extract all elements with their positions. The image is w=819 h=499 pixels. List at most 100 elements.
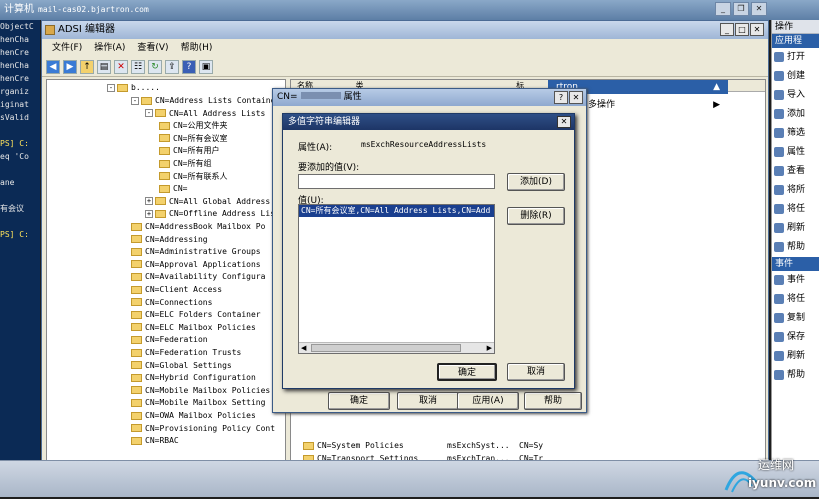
tree-node[interactable]: CN=Federation Trusts <box>131 347 241 359</box>
tree-node[interactable]: CN=AddressBook Mailbox Po <box>131 221 265 233</box>
delete-icon[interactable]: ✕ <box>114 59 128 74</box>
properties-view-icon[interactable]: ▤ <box>97 59 111 74</box>
actions-section-events[interactable]: 事件 <box>772 257 819 271</box>
action-item[interactable]: 查看 <box>772 162 819 181</box>
folder-icon <box>159 134 170 143</box>
tree-node[interactable]: + CN=All Global Address <box>145 196 270 208</box>
mve-ok-button[interactable]: 确定 <box>437 363 497 381</box>
properties-help-text-button[interactable]: 帮助 <box>524 392 582 410</box>
action-item[interactable]: 筛选 <box>772 124 819 143</box>
scroll-thumb[interactable] <box>311 344 461 352</box>
menu-item[interactable]: 文件(F) <box>52 40 82 56</box>
action-item[interactable]: 将所 <box>772 181 819 200</box>
tree-node[interactable]: CN=Addressing <box>131 234 208 246</box>
action-item[interactable]: 事件 <box>772 271 819 290</box>
add-value-input[interactable] <box>298 174 495 189</box>
table-row-name[interactable]: CN=System Policies <box>317 440 404 452</box>
forward-icon[interactable]: ▶ <box>63 59 77 74</box>
adsi-close-button[interactable]: ✕ <box>750 23 764 36</box>
menu-item[interactable]: 帮助(H) <box>181 40 213 56</box>
action-item[interactable]: 复制 <box>772 309 819 328</box>
tree-node[interactable]: CN=ELC Mailbox Policies <box>131 322 256 334</box>
collapse-icon[interactable]: - <box>145 109 153 118</box>
scroll-left-icon[interactable]: ◀ <box>301 344 306 352</box>
tree-node[interactable]: CN=Provisioning Policy Cont <box>131 423 275 435</box>
help-icon[interactable]: ? <box>182 59 196 74</box>
action-item[interactable]: 帮助 <box>772 238 819 257</box>
tree-node[interactable]: CN=所有用户 <box>159 145 219 157</box>
add-button[interactable]: 添加(D) <box>507 173 565 191</box>
back-icon[interactable]: ◀ <box>46 59 60 74</box>
adsi-maximize-button[interactable]: □ <box>735 23 749 36</box>
collapse-icon[interactable]: - <box>131 96 139 105</box>
export-icon[interactable]: ⇪ <box>165 59 179 74</box>
tree-node[interactable]: CN=Global Settings <box>131 360 232 372</box>
tree-node[interactable]: CN= <box>159 183 187 195</box>
tree-node[interactable]: CN=Federation <box>131 334 208 346</box>
remote-restore-button[interactable]: ❐ <box>733 2 749 16</box>
properties-apply-button[interactable]: 应用(A) <box>457 392 519 410</box>
action-item[interactable]: 刷新 <box>772 347 819 366</box>
tree-node[interactable]: CN=ELC Folders Container <box>131 309 261 321</box>
remote-close-button[interactable]: ✕ <box>751 2 767 16</box>
collapse-icon[interactable]: ▲ <box>713 80 720 94</box>
tree-node[interactable]: CN=Client Access <box>131 284 222 296</box>
tree-node[interactable]: CN=Administrative Groups <box>131 246 261 258</box>
folder-icon <box>131 436 142 445</box>
tree-node[interactable]: CN=Connections <box>131 297 212 309</box>
properties-help-button[interactable]: ? <box>554 91 568 104</box>
tree-node[interactable]: CN=RBAC <box>131 435 179 447</box>
tree-node[interactable]: CN=所有会议室 <box>159 133 227 145</box>
tree-node[interactable]: CN=Mobile Mailbox Setting <box>131 397 265 409</box>
scroll-right-icon[interactable]: ▶ <box>487 344 492 352</box>
remote-minimize-button[interactable]: _ <box>715 2 731 16</box>
values-list[interactable]: CN=所有会议室,CN=All Address Lists,CN=Add ◀ ▶ <box>298 204 495 354</box>
tree-node[interactable]: + CN=Offline Address Lis <box>145 208 275 220</box>
action-item[interactable]: 导入 <box>772 86 819 105</box>
expand-icon[interactable]: + <box>145 209 153 218</box>
tree-node[interactable]: CN=Mobile Mailbox Policies <box>131 385 270 397</box>
list-item[interactable]: CN=所有会议室,CN=All Address Lists,CN=Add <box>299 205 494 217</box>
folder-up-icon[interactable]: ↑ <box>80 59 94 74</box>
tree-node[interactable]: - CN=All Address Lists <box>145 108 265 120</box>
tree-node-label: CN=All Address Lists <box>169 108 266 118</box>
action-item[interactable]: 打开 <box>772 48 819 67</box>
properties-cancel-button[interactable]: 取消 <box>397 392 459 410</box>
tree-root-node[interactable]: - b..... <box>107 82 160 94</box>
table-row-class[interactable]: msExchSyst... <box>447 440 510 452</box>
expand-icon[interactable]: + <box>145 197 153 206</box>
action-item[interactable]: 创建 <box>772 67 819 86</box>
adsi-minimize-button[interactable]: _ <box>720 23 734 36</box>
mve-cancel-button[interactable]: 取消 <box>507 363 565 381</box>
action-item[interactable]: 刷新 <box>772 219 819 238</box>
tree-node[interactable]: CN=Hybrid Configuration <box>131 372 256 384</box>
tree-node[interactable]: CN=Approval Applications <box>131 259 261 271</box>
action-item[interactable]: 属性 <box>772 143 819 162</box>
action-item[interactable]: 将任 <box>772 290 819 309</box>
action-item[interactable]: 保存 <box>772 328 819 347</box>
tree-node-label: CN= <box>173 184 188 194</box>
tree-node[interactable]: CN=所有联系人 <box>159 171 227 183</box>
tree-node[interactable]: - CN=Address Lists Container <box>131 95 280 107</box>
table-row-dn[interactable]: CN=Sy <box>519 440 543 452</box>
tree-node-label: CN=所有会议室 <box>173 133 228 143</box>
properties-ok-button[interactable]: 确定 <box>328 392 390 410</box>
tree-node[interactable]: CN=OWA Mailbox Policies <box>131 410 256 422</box>
adsi-title-bar: ADSI 编辑器 _ □ ✕ <box>42 21 768 39</box>
menu-item[interactable]: 查看(V) <box>137 40 168 56</box>
properties-icon[interactable]: ☷ <box>131 59 145 74</box>
tree-node[interactable]: CN=Availability Configura <box>131 271 265 283</box>
remove-button[interactable]: 删除(R) <box>507 207 565 225</box>
menu-item[interactable]: 操作(A) <box>94 40 125 56</box>
action-item[interactable]: 帮助 <box>772 366 819 385</box>
mve-close-button[interactable]: ✕ <box>557 116 571 128</box>
values-horizontal-scrollbar[interactable]: ◀ ▶ <box>299 342 494 353</box>
action-item[interactable]: 添加 <box>772 105 819 124</box>
refresh-icon[interactable]: ↻ <box>148 59 162 74</box>
tree-node[interactable]: CN=所有组 <box>159 158 211 170</box>
console-view-icon[interactable]: ▣ <box>199 59 213 74</box>
properties-close-button[interactable]: ✕ <box>569 91 583 104</box>
tree-node[interactable]: CN=公用文件夹 <box>159 120 227 132</box>
action-item[interactable]: 将任 <box>772 200 819 219</box>
actions-section-app[interactable]: 应用程 <box>772 34 819 48</box>
